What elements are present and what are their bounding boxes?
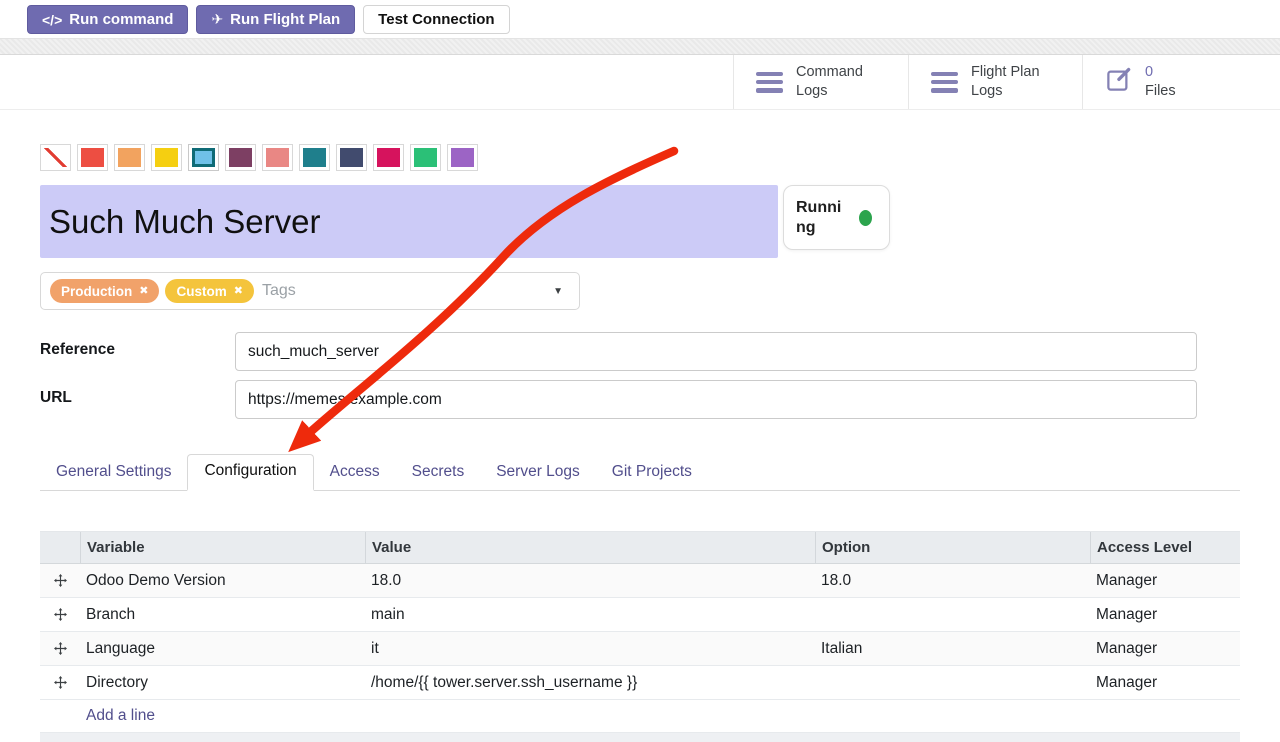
column-header-access-level: Access Level <box>1090 532 1240 563</box>
tab-configuration[interactable]: Configuration <box>187 454 313 491</box>
drag-handle-icon[interactable] <box>40 608 80 621</box>
plane-icon: ✈ <box>211 11 223 28</box>
config-variables-table: Variable Value Option Access Level Odoo … <box>40 531 1240 742</box>
add-line-row: Add a line <box>40 700 1240 733</box>
cell-value[interactable]: 18.0 <box>365 572 815 590</box>
color-palette <box>40 144 1240 171</box>
cell-variable[interactable]: Directory <box>80 674 365 692</box>
field-group: Reference URL <box>40 332 1240 419</box>
cell-access-level[interactable]: Manager <box>1090 640 1240 658</box>
status-label: Running <box>796 198 850 238</box>
table-row[interactable]: Directory /home/{{ tower.server.ssh_user… <box>40 666 1240 700</box>
title-row: Such Much Server Running <box>40 185 1240 258</box>
form-content: Such Much Server Running Production ✖ Cu… <box>0 144 1280 742</box>
chevron-down-icon[interactable]: ▼ <box>553 286 570 297</box>
cell-access-level[interactable]: Manager <box>1090 674 1240 692</box>
status-dot-icon <box>859 210 872 226</box>
test-connection-button[interactable]: Test Connection <box>363 5 509 34</box>
tag-label: Production <box>61 284 132 299</box>
table-header: Variable Value Option Access Level <box>40 531 1240 564</box>
cell-access-level[interactable]: Manager <box>1090 572 1240 590</box>
tab-server-logs[interactable]: Server Logs <box>480 456 596 490</box>
column-header-variable: Variable <box>80 532 365 563</box>
cell-value[interactable]: /home/{{ tower.server.ssh_username }} <box>365 674 815 692</box>
url-field-row: URL <box>40 380 1240 419</box>
reference-field-row: Reference <box>40 332 1240 371</box>
tab-general-settings[interactable]: General Settings <box>40 456 187 490</box>
command-logs-button[interactable]: Command Logs <box>733 55 908 109</box>
color-swatch[interactable] <box>262 144 293 171</box>
color-swatch-selected[interactable] <box>188 144 219 171</box>
color-swatch[interactable] <box>447 144 478 171</box>
url-label: URL <box>40 380 235 419</box>
reference-label: Reference <box>40 332 235 371</box>
record-title[interactable]: Such Much Server <box>40 185 778 258</box>
run-command-button[interactable]: </> Run command <box>27 5 188 34</box>
cell-option[interactable]: Italian <box>815 640 1090 658</box>
flight-plan-logs-label: Flight Plan Logs <box>971 63 1040 101</box>
tab-git-projects[interactable]: Git Projects <box>596 456 708 490</box>
command-logs-label: Command Logs <box>796 63 863 101</box>
run-flight-plan-label: Run Flight Plan <box>230 11 340 28</box>
cell-variable[interactable]: Branch <box>80 606 365 624</box>
flight-plan-logs-button[interactable]: Flight Plan Logs <box>908 55 1082 109</box>
handle-column-header <box>40 532 80 563</box>
notebook-tabs: General Settings Configuration Access Se… <box>40 455 1240 491</box>
cell-access-level[interactable]: Manager <box>1090 606 1240 624</box>
files-button[interactable]: 0 Files <box>1082 55 1280 109</box>
drag-handle-icon[interactable] <box>40 642 80 655</box>
color-swatch[interactable] <box>373 144 404 171</box>
status-indicator[interactable]: Running <box>783 185 890 250</box>
column-header-option: Option <box>815 532 1090 563</box>
divider-band <box>0 38 1280 55</box>
drag-handle-icon[interactable] <box>40 676 80 689</box>
tag-pill[interactable]: Custom ✖ <box>165 279 253 303</box>
add-a-line-link[interactable]: Add a line <box>86 707 155 725</box>
cell-variable[interactable]: Odoo Demo Version <box>80 572 365 590</box>
cell-value[interactable]: it <box>365 640 815 658</box>
color-swatch[interactable] <box>410 144 441 171</box>
tags-field[interactable]: Production ✖ Custom ✖ Tags ▼ <box>40 272 580 310</box>
table-row[interactable]: Odoo Demo Version 18.0 18.0 Manager <box>40 564 1240 598</box>
color-swatch[interactable] <box>77 144 108 171</box>
run-command-label: Run command <box>69 11 173 28</box>
color-swatch[interactable] <box>336 144 367 171</box>
table-row[interactable]: Branch main Manager <box>40 598 1240 632</box>
edit-icon <box>1105 66 1132 98</box>
tag-label: Custom <box>176 284 226 299</box>
remove-tag-icon[interactable]: ✖ <box>139 286 148 297</box>
list-icon <box>931 72 958 93</box>
color-swatch[interactable] <box>114 144 145 171</box>
test-connection-label: Test Connection <box>378 11 494 28</box>
tab-access[interactable]: Access <box>314 456 396 490</box>
color-swatch[interactable] <box>225 144 256 171</box>
cell-value[interactable]: main <box>365 606 815 624</box>
column-header-value: Value <box>365 532 815 563</box>
tab-secrets[interactable]: Secrets <box>396 456 481 490</box>
reference-input[interactable] <box>235 332 1197 371</box>
cell-variable[interactable]: Language <box>80 640 365 658</box>
files-label: 0 Files <box>1145 63 1176 101</box>
tags-placeholder: Tags <box>262 282 296 300</box>
drag-handle-icon[interactable] <box>40 574 80 587</box>
code-icon: </> <box>42 12 62 28</box>
tag-pill[interactable]: Production ✖ <box>50 279 159 303</box>
run-flight-plan-button[interactable]: ✈ Run Flight Plan <box>196 5 355 34</box>
color-swatch-none[interactable] <box>40 144 71 171</box>
cell-option[interactable]: 18.0 <box>815 572 1090 590</box>
list-icon <box>756 72 783 93</box>
toolbar: </> Run command ✈ Run Flight Plan Test C… <box>0 0 1280 38</box>
page: </> Run command ✈ Run Flight Plan Test C… <box>0 0 1280 742</box>
url-input[interactable] <box>235 380 1197 419</box>
color-swatch[interactable] <box>299 144 330 171</box>
color-swatch[interactable] <box>151 144 182 171</box>
table-row[interactable]: Language it Italian Manager <box>40 632 1240 666</box>
stat-button-bar: Command Logs Flight Plan Logs 0 Files <box>0 55 1280 110</box>
table-footer <box>40 733 1240 742</box>
remove-tag-icon[interactable]: ✖ <box>234 286 243 297</box>
